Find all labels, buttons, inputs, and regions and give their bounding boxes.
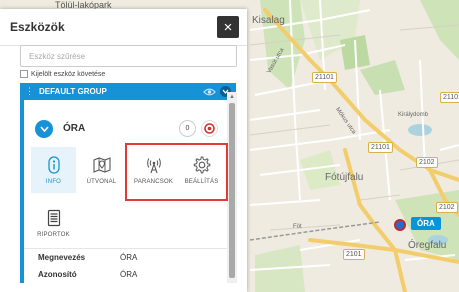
eye-icon[interactable] [203, 88, 216, 96]
property-value: ÓRA [120, 270, 138, 279]
group-header[interactable]: ⋮ DEFAULT GROUP [20, 83, 236, 100]
follow-selected-toggle[interactable]: Kijelölt eszköz követése [20, 70, 105, 78]
device-count-badge: 0 [179, 120, 196, 137]
road-badge: 21101 [312, 72, 337, 83]
close-icon: × [223, 18, 233, 36]
close-button[interactable]: × [217, 16, 239, 38]
panel-scrollbar[interactable]: ▲ [227, 92, 237, 283]
highlight-annotation [125, 143, 228, 201]
map-label-fot: Föt [293, 224, 302, 230]
info-label: INFO [45, 179, 62, 185]
scroll-up-icon[interactable]: ▲ [227, 92, 237, 101]
property-value: ÓRA [120, 253, 138, 262]
group-name: DEFAULT GROUP [39, 87, 107, 96]
device-marker-label[interactable]: ÓRA [411, 217, 441, 230]
map-label-fotujfalu: Fótújfalu [325, 172, 364, 183]
route-label: ÚTVONAL [86, 179, 117, 185]
property-row: Azonosító ÓRA [24, 266, 227, 283]
device-filter-input[interactable] [20, 45, 237, 67]
property-row: Megnevezés ÓRA [24, 249, 227, 266]
report-icon [47, 209, 60, 227]
property-key: Azonosító [38, 270, 77, 279]
map-label-kiralydomb: Királydomb [398, 112, 429, 118]
property-key: Megnevezés [38, 253, 86, 262]
map-route-icon [92, 157, 111, 173]
info-button[interactable]: INFO [31, 147, 76, 193]
road-badge: 2102 [416, 157, 438, 168]
road-badge: 21101 [440, 92, 459, 103]
map-label-kisalag: Kisalag [252, 15, 285, 26]
drag-handle-icon[interactable]: ⋮ [25, 86, 34, 97]
route-button[interactable]: ÚTVONAL [79, 147, 124, 193]
info-icon [47, 156, 60, 174]
locate-device-button[interactable] [201, 120, 218, 137]
reports-label: RIPORTOK [37, 232, 70, 238]
device-marker[interactable] [394, 219, 406, 231]
device-name: ÓRA [63, 123, 86, 134]
follow-checkbox[interactable] [20, 70, 28, 78]
map-label-oregfalu: Óregfalu [408, 240, 447, 251]
target-icon [204, 123, 215, 134]
scroll-thumb[interactable] [229, 103, 235, 278]
road-badge: 2101 [343, 249, 365, 260]
panel-header: Eszközök × [0, 9, 247, 46]
reports-button[interactable]: RIPORTOK [31, 200, 76, 246]
panel-title: Eszközök [10, 20, 65, 34]
device-properties: Megnevezés ÓRA Azonosító ÓRA [24, 248, 227, 283]
chevron-down-icon [39, 125, 49, 132]
road-badge: 21101 [368, 142, 393, 153]
device-collapse-button[interactable] [35, 119, 53, 138]
follow-label: Kijelölt eszköz követése [31, 70, 106, 78]
road-badge: 2102 [436, 202, 458, 213]
